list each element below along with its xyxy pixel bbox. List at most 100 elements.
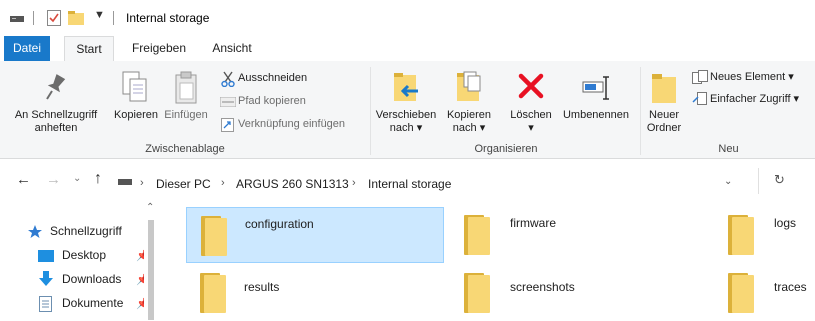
crumb-this-pc[interactable]: Dieser PC	[156, 177, 211, 191]
ribbon: An Schnellzugriff anheften Kopieren Einf…	[0, 61, 815, 159]
folder-icon	[724, 215, 756, 255]
new-folder-icon	[652, 74, 676, 103]
title-separator-2	[113, 11, 114, 25]
address-box[interactable]: › Dieser PC › ARGUS 260 SN1313 › Interna…	[112, 168, 757, 194]
properties-icon[interactable]	[47, 10, 61, 26]
tab-datei[interactable]: Datei	[4, 36, 50, 61]
nav-label: Downloads	[62, 272, 122, 286]
navigation-pane: Schnellzugriff Desktop 📌 Downloads 📌 Dok…	[0, 198, 158, 320]
cut-label: Ausschneiden	[238, 72, 308, 84]
easy-access-icon	[692, 92, 707, 105]
new-folder-quick-icon[interactable]	[68, 11, 84, 25]
copy-to-button[interactable]: Kopieren nach ▾	[440, 65, 498, 139]
folder-icon	[197, 216, 229, 256]
easy-access-label: Einfacher Zugriff ▾	[710, 93, 800, 105]
delete-dropdown-icon[interactable]: ▾	[506, 122, 556, 135]
up-arrow-icon[interactable]: ↑	[94, 170, 102, 188]
paste-label: Einfügen	[164, 109, 208, 121]
star-icon	[28, 225, 42, 238]
folder-item-screenshots[interactable]: screenshots	[454, 265, 712, 321]
crumb-internal-storage[interactable]: Internal storage	[368, 177, 451, 191]
folder-icon	[724, 273, 756, 313]
pin-label-1: An Schnellzugriff	[14, 109, 98, 121]
drive-icon[interactable]	[10, 13, 24, 23]
new-folder-button[interactable]: Neuer Ordner	[644, 65, 684, 139]
folder-name: firmware	[510, 216, 557, 230]
drive-icon-address	[118, 179, 132, 185]
copy-label: Kopieren	[113, 109, 159, 121]
scroll-thumb[interactable]	[148, 220, 154, 320]
copy-path-icon	[220, 97, 236, 107]
folder-icon	[460, 215, 492, 255]
move-to-icon	[394, 73, 418, 101]
pin-quick-access-button[interactable]: An Schnellzugriff anheften	[0, 65, 112, 139]
folder-item-logs[interactable]: logs	[720, 207, 815, 263]
crumb-chevron-icon[interactable]: ›	[140, 177, 144, 189]
clipboard-group-label: Zwischenablage	[145, 143, 225, 155]
nav-label: Dokumente	[62, 296, 124, 310]
forward-arrow-icon[interactable]: →	[46, 171, 61, 188]
folder-name: configuration	[245, 217, 314, 231]
paste-shortcut-label: Verknüpfung einfügen	[238, 118, 346, 130]
address-dropdown-icon[interactable]: ⌄	[724, 176, 732, 187]
scroll-up-icon[interactable]: ⌃	[146, 202, 154, 213]
folder-icon	[196, 273, 228, 313]
folder-name: traces	[774, 280, 807, 294]
documents-icon	[39, 296, 52, 312]
crumb-device[interactable]: ARGUS 260 SN1313	[236, 177, 349, 191]
delete-button[interactable]: Löschen ▾	[506, 65, 556, 139]
folder-icon	[460, 273, 492, 313]
move-to-label-2: nach ▾	[389, 122, 423, 134]
tab-ansicht[interactable]: Ansicht	[204, 36, 260, 61]
tab-freigeben[interactable]: Freigeben	[126, 36, 192, 61]
customize-toolbar-icon[interactable]: ▼	[94, 9, 105, 21]
rename-button[interactable]: Umbenennen	[556, 65, 636, 139]
nav-item-desktop[interactable]: Desktop 📌	[38, 245, 150, 267]
nav-label: Schnellzugriff	[50, 224, 122, 238]
navigation-bar: ← → ⌄ ↑ › Dieser PC › ARGUS 260 SN1313 ›…	[0, 164, 815, 198]
title-separator	[33, 11, 34, 25]
address-divider	[758, 168, 759, 194]
folder-name: screenshots	[510, 280, 575, 294]
pin-icon	[46, 74, 66, 100]
new-item-button[interactable]: Neues Element ▾	[690, 69, 815, 87]
move-to-button[interactable]: Verschieben nach ▾	[374, 65, 438, 139]
folder-item-traces[interactable]: traces	[720, 265, 815, 321]
easy-access-button[interactable]: Einfacher Zugriff ▾	[690, 91, 815, 109]
folder-name: results	[244, 280, 280, 294]
folder-name: logs	[774, 216, 797, 230]
group-separator-1	[370, 67, 371, 155]
folder-item-configuration[interactable]: configuration	[186, 207, 444, 263]
nav-item-downloads[interactable]: Downloads 📌	[38, 269, 150, 291]
copy-path-label: Pfad kopieren	[238, 95, 306, 107]
window-title: Internal storage	[126, 11, 210, 25]
paste-shortcut-button[interactable]: Verknüpfung einfügen	[218, 117, 366, 135]
cut-button[interactable]: Ausschneiden	[218, 71, 366, 89]
refresh-icon[interactable]: ↻	[774, 172, 785, 188]
paste-button[interactable]: Einfügen	[160, 65, 212, 139]
recent-locations-chevron-icon[interactable]: ⌄	[73, 173, 81, 184]
scissors-icon	[221, 71, 235, 87]
paste-shortcut-icon	[221, 118, 234, 132]
rename-label: Umbenennen	[562, 109, 630, 121]
folder-item-firmware[interactable]: firmware	[454, 207, 712, 263]
nav-item-documents[interactable]: Dokumente 📌	[38, 293, 150, 315]
tab-start[interactable]: Start	[64, 36, 114, 62]
paste-icon	[175, 71, 197, 104]
back-arrow-icon[interactable]: ←	[16, 171, 31, 188]
nav-scrollbar[interactable]: ⌃	[144, 198, 158, 320]
folder-item-results[interactable]: results	[186, 265, 444, 321]
crumb-chevron-icon[interactable]: ›	[221, 177, 225, 189]
copy-path-button[interactable]: Pfad kopieren	[218, 94, 366, 112]
organize-group-label: Organisieren	[474, 143, 538, 155]
crumb-chevron-icon[interactable]: ›	[352, 177, 356, 189]
desktop-icon	[38, 250, 54, 262]
download-icon	[39, 271, 53, 286]
nav-item-quick-access[interactable]: Schnellzugriff	[28, 221, 144, 243]
new-folder-label-1: Neuer	[649, 109, 679, 121]
file-list: configuration firmware logs results scre…	[158, 198, 815, 320]
group-separator-2	[640, 67, 641, 155]
copy-button[interactable]: Kopieren	[110, 65, 162, 139]
delete-x-icon	[518, 73, 544, 99]
copy-to-icon	[457, 71, 481, 101]
